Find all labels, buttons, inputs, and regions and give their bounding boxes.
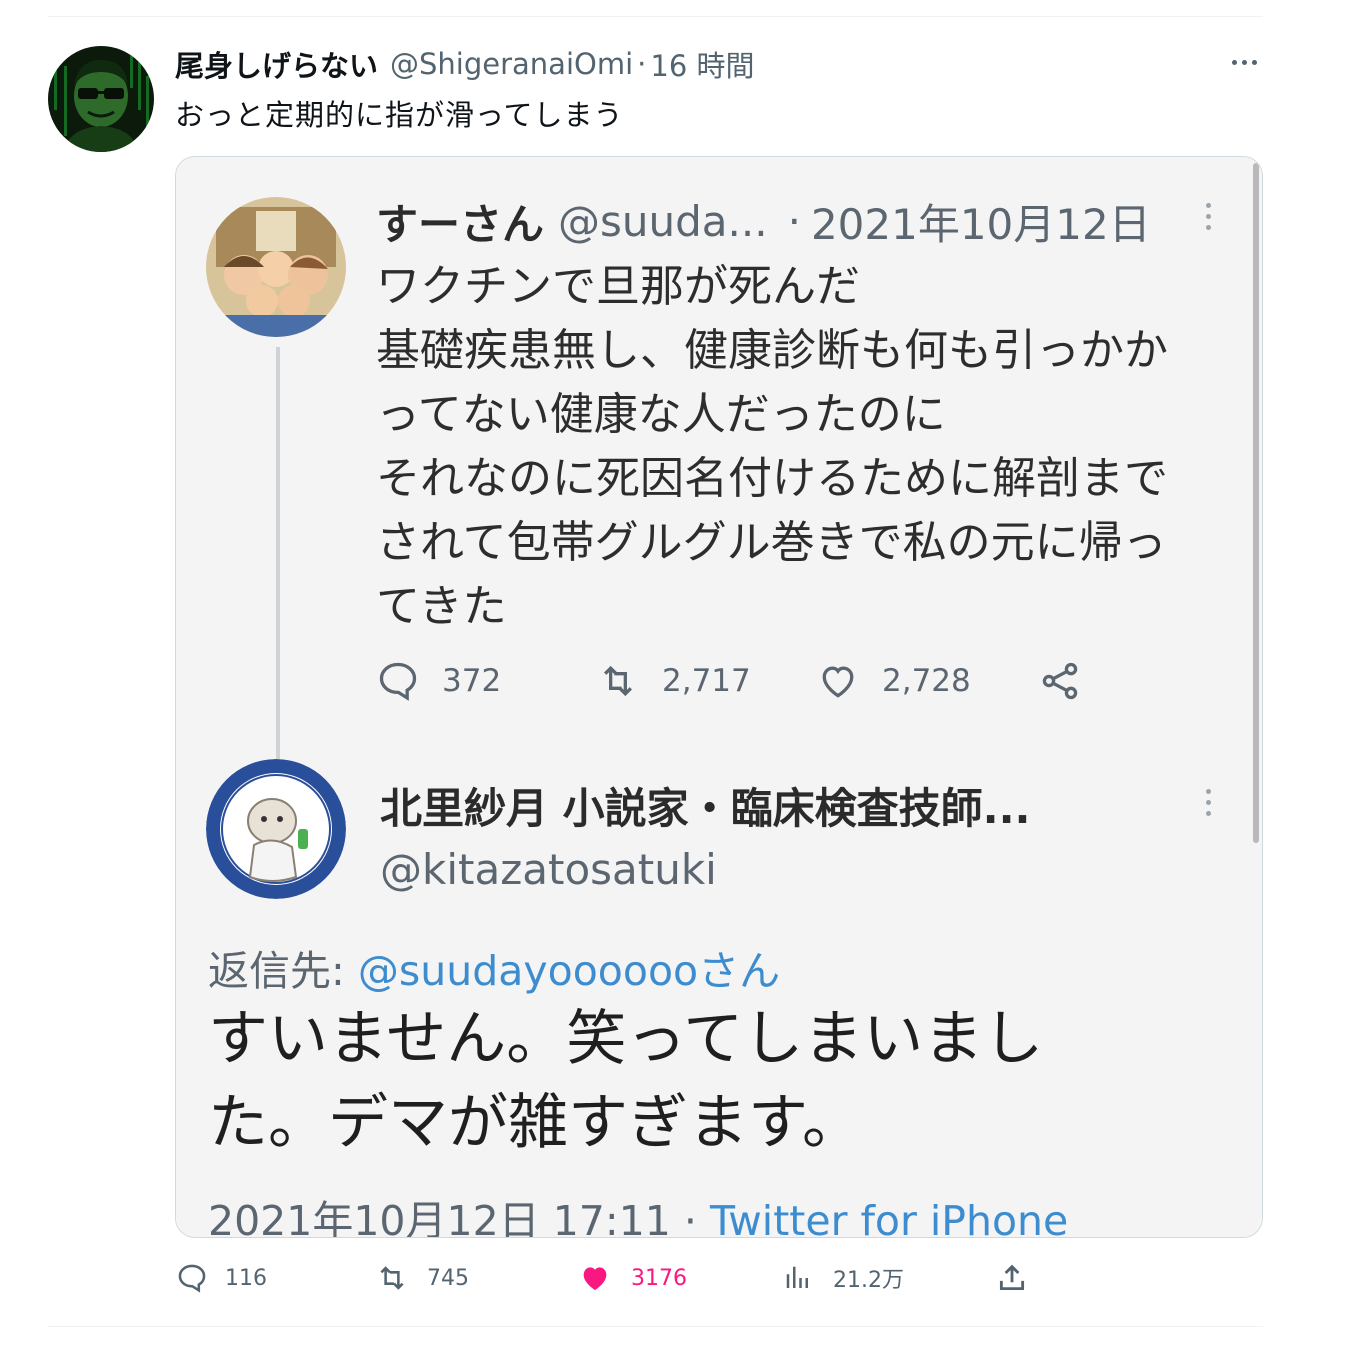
reply-more-icon bbox=[1206, 789, 1211, 816]
top-divider bbox=[48, 16, 1263, 17]
quoted-retweets-value: 2,717 bbox=[662, 663, 751, 699]
tweet-image[interactable]: すーさん @suuda... · 2021年10月12日 ワクチンで旦那が死んだ… bbox=[175, 156, 1263, 1238]
reply-mention-suffix: さん bbox=[698, 947, 781, 995]
heart-filled-icon bbox=[583, 1267, 607, 1291]
quoted-display-name: すーさん bbox=[376, 199, 545, 249]
quoted-line: 基礎疾患無し、健康診断も何も引っかか bbox=[376, 325, 1168, 376]
screenshot-scrollbar bbox=[1253, 163, 1259, 843]
embedded-screenshot: すーさん @suuda... · 2021年10月12日 ワクチンで旦那が死んだ… bbox=[176, 157, 1262, 1238]
quoted-line: ワクチンで旦那が死んだ bbox=[376, 261, 860, 312]
quoted-line: てきた bbox=[376, 581, 507, 632]
reply-context: 返信先: @suudayooooooさん bbox=[208, 937, 780, 997]
reply-mention: @suudayooooooさん bbox=[358, 947, 780, 995]
author-display-name[interactable]: 尾身しげらない bbox=[175, 43, 378, 85]
reply-count: 116 bbox=[225, 1265, 267, 1291]
reply-tweet-text: すいません。笑ってしまいまし た。デマが雑すぎます。 bbox=[208, 997, 1248, 1165]
share-button[interactable] bbox=[995, 1258, 1029, 1298]
reply-icon bbox=[379, 662, 417, 701]
reply-author-avatar bbox=[206, 759, 346, 899]
more-dot-icon bbox=[1231, 59, 1237, 65]
view-count: 21.2万 bbox=[833, 1268, 904, 1293]
quoted-likes-value: 2,728 bbox=[882, 663, 971, 699]
quoted-line: それなのに死因名付けるために解剖まで bbox=[376, 453, 1168, 504]
quoted-reply-count: 372 bbox=[376, 653, 501, 709]
reply-button[interactable]: 116 bbox=[175, 1258, 267, 1298]
quoted-author-avatar bbox=[206, 197, 346, 337]
retweet-count: 745 bbox=[427, 1265, 469, 1291]
quoted-action-bar: 372 2,717 2,728 bbox=[376, 653, 1096, 709]
retweet-icon bbox=[380, 1266, 404, 1290]
reply-meta: 2021年10月12日 17:11 · Twitter for iPhone bbox=[208, 1187, 1069, 1238]
tweet-action-bar: 116 745 3176 21.2万 bbox=[175, 1258, 1055, 1298]
reply-label: 返信先: bbox=[208, 947, 345, 995]
reply-mention-handle: @suudayoooooo bbox=[357, 947, 699, 995]
share-icon bbox=[1042, 662, 1078, 700]
quoted-line: されて包帯グルグル巻きで私の元に帰っ bbox=[376, 517, 1167, 568]
reply-source: Twitter for iPhone bbox=[710, 1197, 1069, 1238]
reply-icon bbox=[178, 1264, 206, 1293]
quoted-like-count: 2,728 bbox=[816, 653, 971, 709]
retweet-icon bbox=[603, 665, 633, 697]
tweet-header: 尾身しげらない @ShigeranaiOmi · 16 時間 bbox=[175, 44, 755, 84]
like-count: 3176 bbox=[631, 1265, 687, 1291]
more-options-button[interactable] bbox=[1224, 46, 1264, 78]
more-dot-icon bbox=[1251, 59, 1257, 65]
reply-line: すいません。笑ってしまいまし bbox=[208, 1004, 1044, 1074]
heart-icon bbox=[822, 666, 854, 698]
like-button[interactable]: 3176 bbox=[577, 1258, 687, 1298]
quoted-more-icon bbox=[1206, 203, 1211, 230]
reply-handle: @kitazatosatuki bbox=[380, 845, 717, 894]
share-upload-icon bbox=[999, 1264, 1025, 1291]
author-avatar[interactable] bbox=[48, 46, 154, 152]
views-button[interactable]: 21.2万 bbox=[783, 1258, 904, 1298]
quoted-tweet-text: ワクチンで旦那が死んだ 基礎疾患無し、健康診断も何も引っかか ってない健康な人だ… bbox=[376, 255, 1246, 639]
views-chart-icon bbox=[786, 1266, 808, 1288]
quoted-handle: @suuda... bbox=[558, 196, 768, 246]
header-separator: · bbox=[637, 47, 647, 81]
tweet-text: おっと定期的に指が滑ってしまう bbox=[175, 98, 624, 132]
retweet-button[interactable]: 745 bbox=[373, 1258, 469, 1298]
quoted-separator: · bbox=[787, 196, 801, 246]
reply-meta-separator: · bbox=[683, 1197, 697, 1238]
quoted-tweet-header: すーさん @suuda... · 2021年10月12日 bbox=[376, 195, 1151, 249]
reply-timestamp: 2021年10月12日 17:11 bbox=[208, 1197, 671, 1238]
quoted-retweet-count: 2,717 bbox=[596, 653, 751, 709]
quoted-replies-value: 372 bbox=[442, 663, 502, 699]
more-dot-icon bbox=[1241, 59, 1247, 65]
quoted-share bbox=[1038, 653, 1082, 709]
tweet-timestamp[interactable]: 16 時間 bbox=[650, 43, 754, 85]
quoted-date: 2021年10月12日 bbox=[810, 199, 1151, 249]
author-handle[interactable]: @ShigeranaiOmi bbox=[390, 47, 633, 81]
reply-line: た。デマが雑すぎます。 bbox=[208, 1088, 862, 1158]
bottom-divider bbox=[48, 1326, 1263, 1327]
quoted-line: ってない健康な人だったのに bbox=[376, 389, 946, 440]
reply-display-name: 北里紗月 小説家・臨床検査技師... bbox=[380, 784, 1031, 833]
